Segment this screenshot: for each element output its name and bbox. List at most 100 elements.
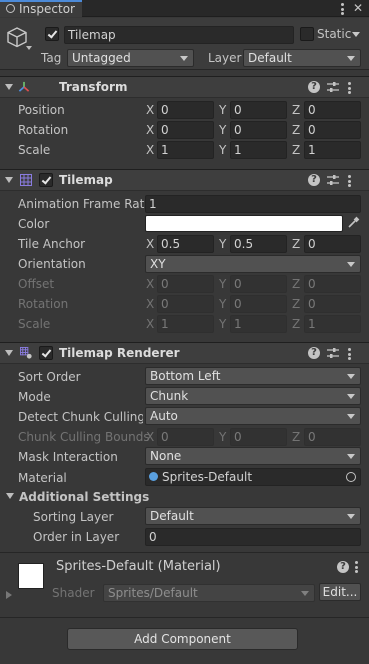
tilemap-enabled-checkbox[interactable] bbox=[39, 173, 53, 187]
rotation-y-input[interactable]: 0 bbox=[230, 121, 287, 139]
renderer-enabled-checkbox[interactable] bbox=[39, 346, 53, 360]
anim-frame-rate-input[interactable]: 1 bbox=[145, 195, 361, 213]
icon-dropdown-caret[interactable] bbox=[26, 46, 32, 50]
anchor-x-axis[interactable]: X bbox=[146, 236, 154, 252]
rotation-y-axis[interactable]: Y bbox=[219, 122, 226, 138]
scale-z-input[interactable]: 1 bbox=[304, 141, 361, 159]
tilemap-header[interactable]: Tilemap ? bbox=[0, 169, 369, 191]
culling-dropdown[interactable]: Auto bbox=[145, 407, 361, 425]
layer-dropdown[interactable]: Default bbox=[243, 49, 361, 67]
position-x-axis[interactable]: X bbox=[146, 102, 154, 118]
component-menu-icon[interactable] bbox=[348, 175, 351, 187]
tab-inspector-label: Inspector bbox=[19, 2, 75, 16]
help-icon[interactable]: ? bbox=[308, 81, 320, 93]
add-component-label: Add Component bbox=[134, 632, 231, 646]
transform-header[interactable]: Transform ? bbox=[0, 76, 369, 98]
material-menu-icon[interactable] bbox=[355, 561, 358, 573]
position-y-input[interactable]: 0 bbox=[230, 101, 287, 119]
object-name-input[interactable]: Tilemap bbox=[64, 26, 294, 44]
orientation-dropdown[interactable]: XY bbox=[145, 255, 361, 273]
rotation-x-axis[interactable]: X bbox=[146, 122, 154, 138]
position-y-axis[interactable]: Y bbox=[219, 102, 226, 118]
tilemap-fold-icon[interactable] bbox=[5, 177, 13, 183]
scale-label: Scale bbox=[18, 143, 51, 157]
mode-dropdown[interactable]: Chunk bbox=[145, 387, 361, 405]
presets-icon[interactable] bbox=[327, 174, 339, 186]
culling-bounds-label: Chunk Culling Bounds bbox=[18, 430, 150, 444]
rotation-z-axis[interactable]: Z bbox=[292, 122, 300, 138]
additional-settings-label[interactable]: Additional Settings bbox=[19, 489, 149, 505]
renderer-header[interactable]: Tilemap Renderer ? bbox=[0, 342, 369, 364]
offset-x-axis: X bbox=[146, 277, 155, 291]
shader-value: Sprites/Default bbox=[108, 586, 198, 600]
static-dropdown-caret[interactable] bbox=[352, 32, 360, 37]
position-x-input[interactable]: 0 bbox=[157, 101, 214, 119]
material-value: Sprites-Default bbox=[162, 470, 253, 484]
sort-order-dropdown[interactable]: Bottom Left bbox=[145, 367, 361, 385]
material-foldout-arrow[interactable] bbox=[6, 591, 12, 599]
sort-order-value: Bottom Left bbox=[150, 369, 221, 383]
active-checkbox[interactable] bbox=[45, 27, 59, 41]
anchor-z-input[interactable]: 0 bbox=[304, 235, 361, 253]
presets-icon[interactable] bbox=[327, 347, 339, 359]
bottom-divider bbox=[0, 617, 369, 618]
tile-scale-z-axis: Z bbox=[292, 317, 301, 331]
scale-x-axis[interactable]: X bbox=[146, 142, 154, 158]
order-in-layer-label: Order in Layer bbox=[33, 530, 120, 544]
component-menu-icon[interactable] bbox=[348, 82, 351, 94]
sorting-layer-value: Default bbox=[150, 509, 194, 523]
bounds-x-input: 0 bbox=[157, 428, 214, 446]
culling-value: Auto bbox=[150, 409, 178, 423]
bounds-z-input: 0 bbox=[304, 428, 361, 446]
component-menu-icon[interactable] bbox=[348, 348, 351, 360]
mode-value: Chunk bbox=[150, 389, 189, 403]
color-swatch[interactable] bbox=[145, 215, 343, 232]
scale-x-input[interactable]: 1 bbox=[157, 141, 214, 159]
tile-rotation-z-input: 0 bbox=[304, 295, 361, 313]
position-z-input[interactable]: 0 bbox=[304, 101, 361, 119]
material-help-icon[interactable]: ? bbox=[337, 561, 349, 573]
tile-scale-y-input: 1 bbox=[230, 315, 287, 333]
scale-y-input[interactable]: 1 bbox=[230, 141, 287, 159]
tile-rotation-z-axis: Z bbox=[292, 297, 301, 311]
tile-rotation-y-input: 0 bbox=[230, 295, 287, 313]
order-in-layer-input[interactable]: 0 bbox=[145, 528, 361, 546]
renderer-fold-icon[interactable] bbox=[5, 350, 13, 356]
offset-x-input: 0 bbox=[157, 275, 214, 293]
scale-y-axis[interactable]: Y bbox=[219, 142, 226, 158]
rotation-z-input[interactable]: 0 bbox=[304, 121, 361, 139]
transform-fold-icon[interactable] bbox=[5, 84, 13, 90]
mask-interaction-value: None bbox=[150, 449, 182, 463]
eyedropper-icon[interactable] bbox=[347, 216, 360, 229]
rotation-x-input[interactable]: 0 bbox=[157, 121, 214, 139]
presets-icon[interactable] bbox=[327, 81, 339, 93]
additional-settings-fold-icon[interactable] bbox=[6, 493, 14, 499]
sorting-layer-dropdown[interactable]: Default bbox=[145, 507, 361, 525]
anchor-x-input[interactable]: 0.5 bbox=[157, 235, 214, 253]
tab-close-icon[interactable]: ✕ bbox=[353, 1, 363, 15]
bounds-y-input: 0 bbox=[230, 428, 287, 446]
transform-icon bbox=[18, 81, 30, 92]
add-component-button[interactable]: Add Component bbox=[67, 628, 298, 650]
bounds-y-axis: Y bbox=[219, 430, 227, 444]
scale-z-axis[interactable]: Z bbox=[292, 142, 300, 158]
shader-dropdown[interactable]: Sprites/Default bbox=[103, 584, 315, 602]
tab-menu-icon[interactable] bbox=[341, 3, 344, 15]
mask-interaction-dropdown[interactable]: None bbox=[145, 447, 361, 465]
material-field[interactable]: Sprites-Default bbox=[145, 468, 361, 486]
shader-edit-button[interactable]: Edit... bbox=[319, 583, 361, 601]
offset-label: Offset bbox=[18, 277, 55, 291]
anchor-y-input[interactable]: 0.5 bbox=[230, 235, 287, 253]
static-checkbox[interactable] bbox=[300, 27, 314, 41]
anchor-y-axis[interactable]: Y bbox=[219, 236, 226, 252]
tag-value: Untagged bbox=[72, 51, 131, 65]
tag-dropdown[interactable]: Untagged bbox=[67, 49, 194, 67]
help-icon[interactable]: ? bbox=[308, 347, 320, 359]
anim-frame-rate-label: Animation Frame Rate bbox=[18, 197, 152, 211]
tile-scale-label: Scale bbox=[18, 317, 51, 331]
anchor-z-axis[interactable]: Z bbox=[292, 236, 300, 252]
position-z-axis[interactable]: Z bbox=[292, 102, 300, 118]
help-icon[interactable]: ? bbox=[308, 174, 320, 186]
object-picker-icon[interactable] bbox=[346, 472, 356, 482]
tab-inspector[interactable]: Inspector bbox=[0, 0, 82, 17]
